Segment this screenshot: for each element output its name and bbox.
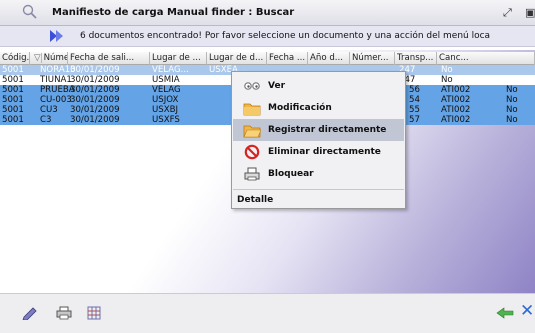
menu-item-bloquear[interactable]: Bloquear	[233, 163, 404, 185]
printer-icon	[244, 167, 260, 181]
menu-item-modificacion[interactable]: Modificación	[233, 97, 404, 119]
back-arrow-icon[interactable]	[496, 306, 514, 320]
menu-item-label: Eliminar directamente	[268, 147, 381, 157]
column-header[interactable]: Lugar de ...	[150, 52, 207, 65]
menu-item-label: Ver	[268, 81, 286, 91]
window-title: Manifiesto de carga Manual finder : Busc…	[52, 7, 295, 18]
menu-item-detalle[interactable]: Detalle	[237, 195, 273, 205]
info-bar: 6 documentos encontrado! Por favor selec…	[0, 26, 535, 47]
menu-item-ver[interactable]: Ver	[233, 75, 404, 97]
column-header[interactable]: Númer...	[350, 52, 395, 65]
double-arrow-icon	[50, 30, 63, 42]
column-header[interactable]: ▽Número...	[30, 52, 68, 65]
search-icon	[22, 4, 37, 19]
menu-item-registrar-directamente[interactable]: Registrar directamente	[233, 119, 404, 141]
menu-item-eliminar-directamente[interactable]: Eliminar directamente	[233, 141, 404, 163]
column-header[interactable]: Año d...	[308, 52, 350, 65]
bottom-toolbar: ✕	[0, 293, 535, 333]
menu-separator	[233, 189, 404, 190]
column-header[interactable]: Lugar de d...	[207, 52, 267, 65]
table-header: Códig... ▽Número... Fecha de sali... Lug…	[0, 52, 535, 65]
prohibited-icon	[244, 144, 260, 160]
restore-window-icon[interactable]: ⤢	[503, 6, 512, 20]
close-window-icon[interactable]: ▣	[525, 6, 535, 19]
column-header[interactable]: Transp...	[395, 52, 437, 65]
context-menu: Ver Modificación Registrar directamente …	[231, 71, 406, 209]
title-bar: Manifiesto de carga Manual finder : Busc…	[0, 0, 535, 26]
info-message: 6 documentos encontrado! Por favor selec…	[80, 31, 491, 41]
column-header[interactable]: Fecha de sali...	[68, 52, 150, 65]
folder-icon	[243, 103, 261, 116]
eye-icon	[244, 82, 260, 90]
column-header[interactable]: Canc...	[437, 52, 535, 65]
menu-item-label: Modificación	[268, 103, 332, 113]
menu-item-label: Registrar directamente	[268, 125, 387, 135]
edit-icon[interactable]	[22, 306, 38, 320]
close-icon[interactable]: ✕	[520, 301, 534, 321]
column-header[interactable]: Códig...	[0, 52, 30, 65]
column-header[interactable]: Fecha ...	[267, 52, 308, 65]
folder-open-icon	[243, 125, 261, 138]
printer-icon[interactable]	[56, 306, 72, 320]
grid-settings-icon[interactable]	[86, 306, 102, 320]
menu-item-label: Bloquear	[268, 169, 314, 179]
